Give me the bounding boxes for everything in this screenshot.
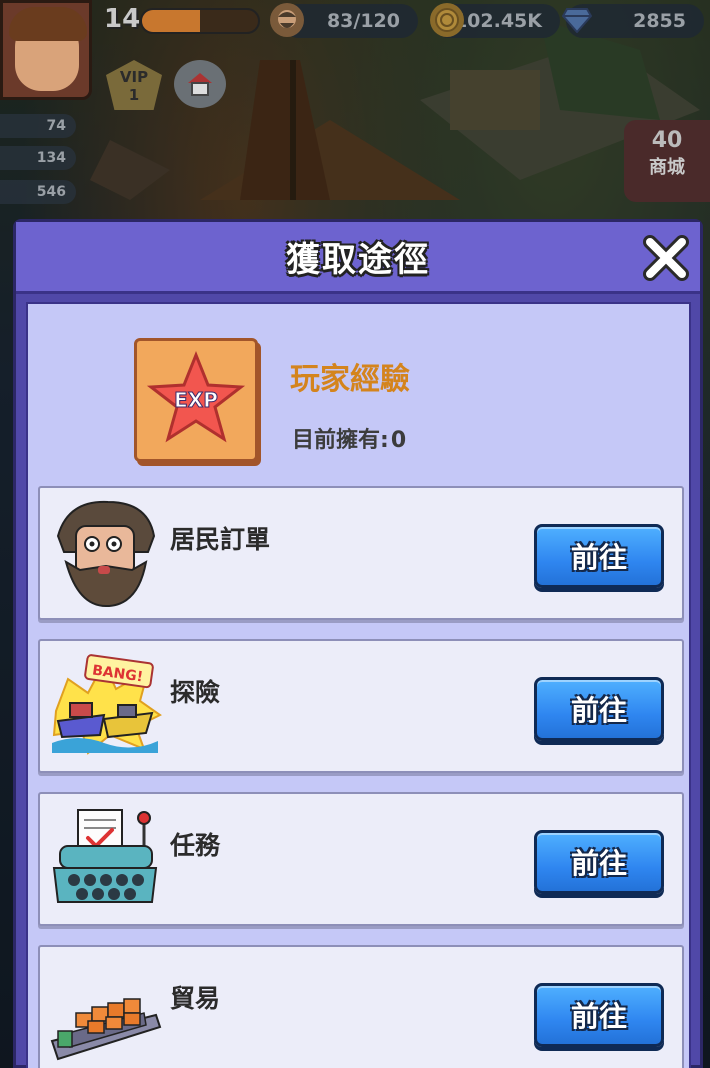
dialog-title: 獲取途徑: [286, 240, 430, 280]
owned-value: 0: [390, 428, 407, 453]
exp-icon-text: EXP: [174, 388, 218, 412]
source-row-trade: 貿易 前往: [38, 945, 684, 1068]
source-row-expedition: BANG! 探險 前往: [38, 639, 684, 773]
exp-star-icon: EXP: [146, 350, 246, 443]
level-progress-bar: [140, 8, 260, 34]
item-owned: 目前擁有:0: [290, 422, 406, 454]
side-stat-3: 546: [0, 180, 76, 204]
source-label: 居民訂單: [170, 525, 271, 554]
villager-icon: [56, 500, 156, 608]
cargo-ship-icon: [50, 998, 162, 1061]
acquisition-dialog: 獲取途徑 EXP 玩家經驗 目前擁有:0 居民訂單 前往 BANG! 探險 前往…: [13, 219, 703, 1068]
source-label: 貿易: [170, 984, 221, 1013]
go-button-trade[interactable]: 前往: [534, 983, 664, 1047]
side-stat-1: 74: [0, 114, 76, 138]
source-row-villager-orders: 居民訂單 前往: [38, 486, 684, 620]
population-value: 83/120: [326, 10, 400, 32]
dialog-header: 獲取途徑: [16, 222, 700, 294]
player-level: 14: [104, 4, 141, 34]
house-icon[interactable]: [174, 60, 226, 108]
player-avatar[interactable]: [0, 0, 92, 100]
level-progress-fill: [142, 10, 200, 32]
close-button[interactable]: [640, 232, 692, 284]
shop-label: 商城: [649, 157, 685, 178]
go-button-villager-orders[interactable]: 前往: [534, 524, 664, 588]
dialog-body: EXP 玩家經驗 目前擁有:0 居民訂單 前往 BANG! 探險 前往 任務 前…: [26, 302, 691, 1068]
shop-badge: 40: [651, 128, 683, 153]
coin-icon: [430, 3, 464, 37]
caveman-icon: [270, 3, 304, 37]
shop-button[interactable]: 40 商城: [624, 120, 710, 202]
exp-item-card: EXP: [134, 338, 258, 462]
go-button-tasks[interactable]: 前往: [534, 830, 664, 894]
avatar-hair: [9, 7, 87, 41]
vip-level: 1: [128, 86, 140, 104]
source-label: 探險: [170, 678, 221, 707]
go-button-expedition[interactable]: 前往: [534, 677, 664, 741]
diamond-icon: [560, 3, 594, 37]
coins-value: 102.45K: [453, 10, 542, 32]
close-icon: [643, 235, 689, 281]
side-stat-2: 134: [0, 146, 76, 170]
source-label: 任務: [170, 831, 221, 860]
typewriter-icon: [52, 809, 158, 903]
diamonds-value: 2855: [633, 10, 686, 32]
owned-label: 目前擁有:: [292, 428, 389, 453]
item-name: 玩家經驗: [290, 362, 410, 397]
source-row-tasks: 任務 前往: [38, 792, 684, 926]
ships-bang-icon: BANG!: [52, 654, 162, 755]
vip-label: VIP: [119, 68, 149, 86]
